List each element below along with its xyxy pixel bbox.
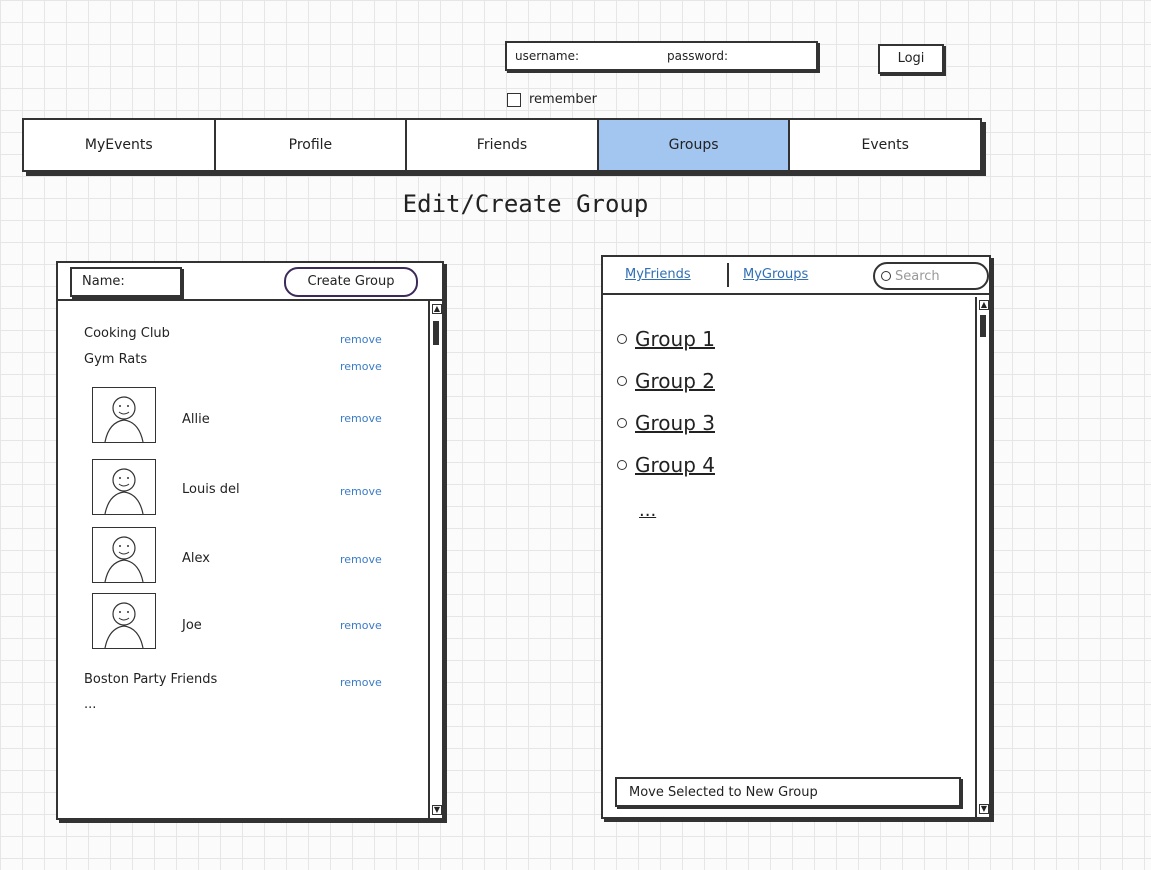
login-field[interactable]: username: password: xyxy=(505,41,818,71)
name-label: Name: xyxy=(82,274,125,289)
list-item: Allie xyxy=(182,412,210,427)
scrollbar[interactable]: ▲ ▼ xyxy=(975,297,989,817)
tab-separator xyxy=(727,263,729,287)
avatar xyxy=(92,387,156,443)
remove-link[interactable]: remove xyxy=(340,412,382,425)
login-button[interactable]: Logi xyxy=(878,44,944,74)
group-link[interactable]: Group 4 xyxy=(635,453,715,477)
list-item: Louis del xyxy=(182,482,240,497)
group-option[interactable]: Group 2 xyxy=(617,369,715,393)
search-input[interactable]: Search xyxy=(873,262,989,290)
scrollbar[interactable]: ▲ ▼ xyxy=(428,301,442,818)
remove-link[interactable]: remove xyxy=(340,676,382,689)
person-icon xyxy=(104,602,144,649)
list-item: Joe xyxy=(182,618,202,633)
radio-icon[interactable] xyxy=(617,460,627,470)
search-icon xyxy=(881,271,891,281)
group-link[interactable]: Group 1 xyxy=(635,327,715,351)
remove-link[interactable]: remove xyxy=(340,619,382,632)
username-label: username: xyxy=(515,49,580,63)
group-name-field[interactable]: Name: xyxy=(70,267,182,297)
remember-label: remember xyxy=(529,92,597,107)
radio-icon[interactable] xyxy=(617,418,627,428)
tab-mygroups[interactable]: MyGroups xyxy=(743,267,808,282)
group-link[interactable]: Group 3 xyxy=(635,411,715,435)
picker-tabs: MyFriends MyGroups Search xyxy=(603,257,989,295)
scroll-up-icon[interactable]: ▲ xyxy=(432,304,442,314)
person-icon xyxy=(104,536,144,583)
list-item: Alex xyxy=(182,551,210,566)
person-icon xyxy=(104,396,144,443)
scroll-thumb[interactable] xyxy=(433,321,439,345)
group-members-panel: Name: Create Group Cooking Club remove G… xyxy=(56,261,444,820)
page-title: Edit/Create Group xyxy=(402,190,649,218)
more-indicator: ... xyxy=(639,500,657,521)
group-link[interactable]: Group 2 xyxy=(635,369,715,393)
tab-events[interactable]: Events xyxy=(790,120,980,170)
password-label: password: xyxy=(667,49,729,63)
remove-link[interactable]: remove xyxy=(340,333,382,346)
avatar xyxy=(92,527,156,583)
group-option[interactable]: Group 4 xyxy=(617,453,715,477)
tab-myevents[interactable]: MyEvents xyxy=(24,120,216,170)
remove-link[interactable]: remove xyxy=(340,553,382,566)
remember-checkbox[interactable]: remember xyxy=(507,92,597,107)
list-item: Gym Rats xyxy=(84,352,148,367)
main-nav: MyEvents Profile Friends Groups Events xyxy=(22,118,982,172)
tab-friends[interactable]: Friends xyxy=(407,120,599,170)
remove-link[interactable]: remove xyxy=(340,485,382,498)
create-group-button[interactable]: Create Group xyxy=(284,267,418,297)
avatar xyxy=(92,459,156,515)
move-selected-button[interactable]: Move Selected to New Group xyxy=(615,777,961,807)
group-option[interactable]: Group 1 xyxy=(617,327,715,351)
scroll-down-icon[interactable]: ▼ xyxy=(432,805,442,815)
radio-icon[interactable] xyxy=(617,376,627,386)
panel-divider xyxy=(58,299,444,301)
list-item: Cooking Club xyxy=(84,326,170,341)
person-icon xyxy=(104,468,144,515)
group-picker-panel: MyFriends MyGroups Search Group 1 Group … xyxy=(601,255,991,819)
avatar xyxy=(92,593,156,649)
remove-link[interactable]: remove xyxy=(340,360,382,373)
checkbox-icon[interactable] xyxy=(507,92,521,107)
scroll-down-icon[interactable]: ▼ xyxy=(979,804,989,814)
group-option[interactable]: Group 3 xyxy=(617,411,715,435)
more-indicator: ... xyxy=(84,697,97,712)
scroll-thumb[interactable] xyxy=(980,315,986,337)
radio-icon[interactable] xyxy=(617,334,627,344)
tab-groups[interactable]: Groups xyxy=(598,120,791,170)
tab-profile[interactable]: Profile xyxy=(216,120,408,170)
list-item: Boston Party Friends xyxy=(84,672,218,687)
tab-myfriends[interactable]: MyFriends xyxy=(625,267,691,282)
scroll-up-icon[interactable]: ▲ xyxy=(979,300,989,310)
search-placeholder: Search xyxy=(895,268,940,284)
